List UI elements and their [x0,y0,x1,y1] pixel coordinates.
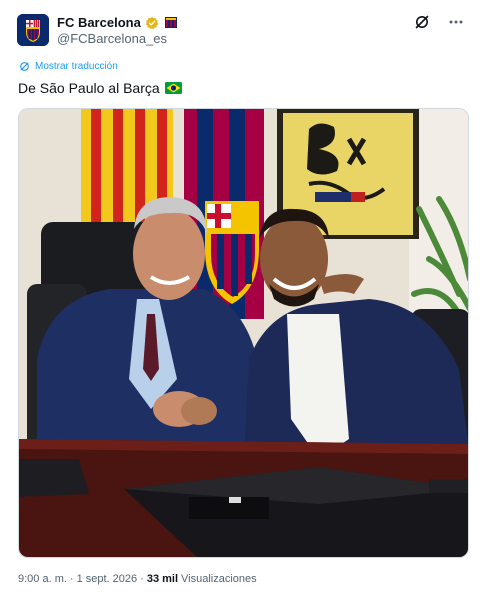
fc-barcelona-crest-icon [17,14,49,46]
tweet-photo[interactable] [18,108,469,558]
more-icon [449,20,463,24]
tweet-meta: 9:00 a. m. · 1 sept. 2026 · 33 mil Visua… [18,573,257,585]
tweet-date[interactable]: 1 sept. 2026 [77,573,138,585]
meta-separator-2: · [140,573,144,585]
tweet-text: De São Paulo al Barça [18,80,182,96]
grok-icon [415,15,429,29]
avatar[interactable] [17,14,49,46]
tweet-actions [412,12,466,32]
translate-icon [20,62,29,71]
more-options-button[interactable] [446,12,466,32]
signing-photo [19,109,468,557]
translate-link[interactable]: Mostrar traducción [19,61,118,72]
grok-button[interactable] [412,12,432,32]
tweet-text-content: De São Paulo al Barça [18,80,160,96]
account-name-row[interactable]: FC Barcelona [57,15,177,30]
meta-separator: · [69,573,74,585]
verified-badge-icon [145,16,158,29]
account-name[interactable]: FC Barcelona [57,15,141,30]
translate-label[interactable]: Mostrar traducción [35,61,118,72]
account-handle[interactable]: @FCBarcelona_es [57,31,167,46]
views-count: 33 mil [146,573,179,585]
views-label: Visualizaciones [181,573,257,585]
tweet-time[interactable]: 9:00 a. m. [18,573,67,585]
club-badge-icon [164,17,177,28]
brazil-flag-icon [164,82,182,94]
